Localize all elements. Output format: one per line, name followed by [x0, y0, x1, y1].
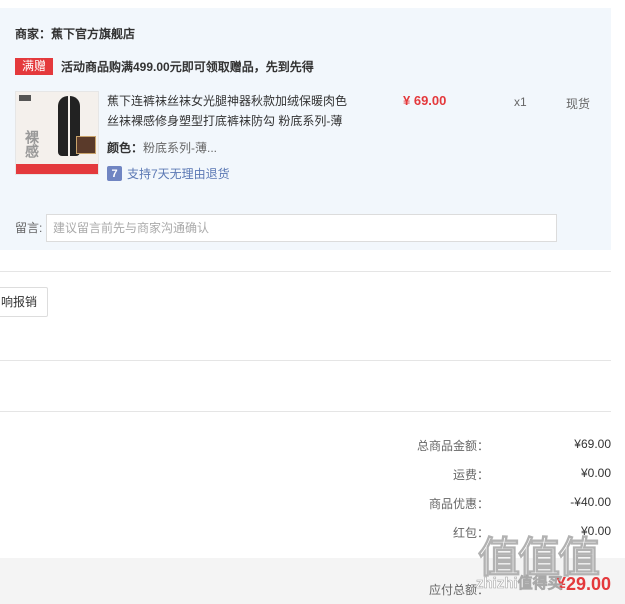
thumbnail-label: 裸感 [24, 130, 40, 158]
return-policy-text: 支持7天无理由退货 [127, 167, 230, 181]
message-input[interactable] [46, 214, 557, 242]
summary-value-red-packet: ¥0.00 [580, 524, 611, 538]
product-spec: 颜色：粉底系列-薄... [107, 139, 217, 156]
divider [0, 360, 611, 361]
total-bar [0, 558, 625, 604]
shop-name[interactable]: 商家：蕉下官方旗舰店 [15, 25, 135, 42]
summary-label-shipping: 运费： [452, 468, 489, 482]
product-title[interactable]: 蕉下连裤袜丝袜女光腿神器秋款加绒保暖肉色丝袜裸感修身塑型打底裤袜防勾 粉底系列-… [107, 91, 357, 131]
total-value: ¥29.00 [555, 574, 611, 594]
spec-value: 粉底系列-薄... [143, 141, 218, 155]
summary-label-discount: 商品优惠： [428, 497, 489, 511]
promo-badge: 满赠 [15, 58, 53, 75]
return-policy[interactable]: 7 支持7天无理由退货 [107, 165, 230, 182]
message-label: 留言: [15, 221, 43, 235]
package-icon [76, 136, 96, 154]
total-label: 应付总额： [428, 583, 489, 597]
summary-label-subtotal: 总商品金额： [416, 439, 489, 453]
brand-logo-icon [19, 95, 31, 101]
divider [0, 411, 611, 412]
invoice-button[interactable]: 响报销 [0, 287, 48, 317]
summary-value-shipping: ¥0.00 [580, 466, 611, 480]
item-quantity: x1 [514, 95, 527, 109]
stock-status: 现货 [566, 97, 591, 111]
summary-label-red-packet: 红包： [452, 526, 489, 540]
shop-order-panel: 商家：蕉下官方旗舰店 满赠 活动商品购满499.00元即可领取赠品，先到先得 裸… [0, 8, 611, 250]
product-thumbnail[interactable]: 裸感 [15, 91, 99, 175]
promo-text: 活动商品购满499.00元即可领取赠品，先到先得 [61, 60, 314, 74]
divider [0, 271, 611, 272]
item-price: ¥ 69.00 [403, 93, 447, 108]
summary-value-discount: -¥40.00 [570, 495, 611, 509]
summary-value-subtotal: ¥69.00 [574, 437, 611, 451]
spec-label: 颜色： [107, 141, 144, 155]
thumbnail-price-strip [16, 164, 98, 174]
seven-day-return-icon: 7 [107, 166, 122, 181]
